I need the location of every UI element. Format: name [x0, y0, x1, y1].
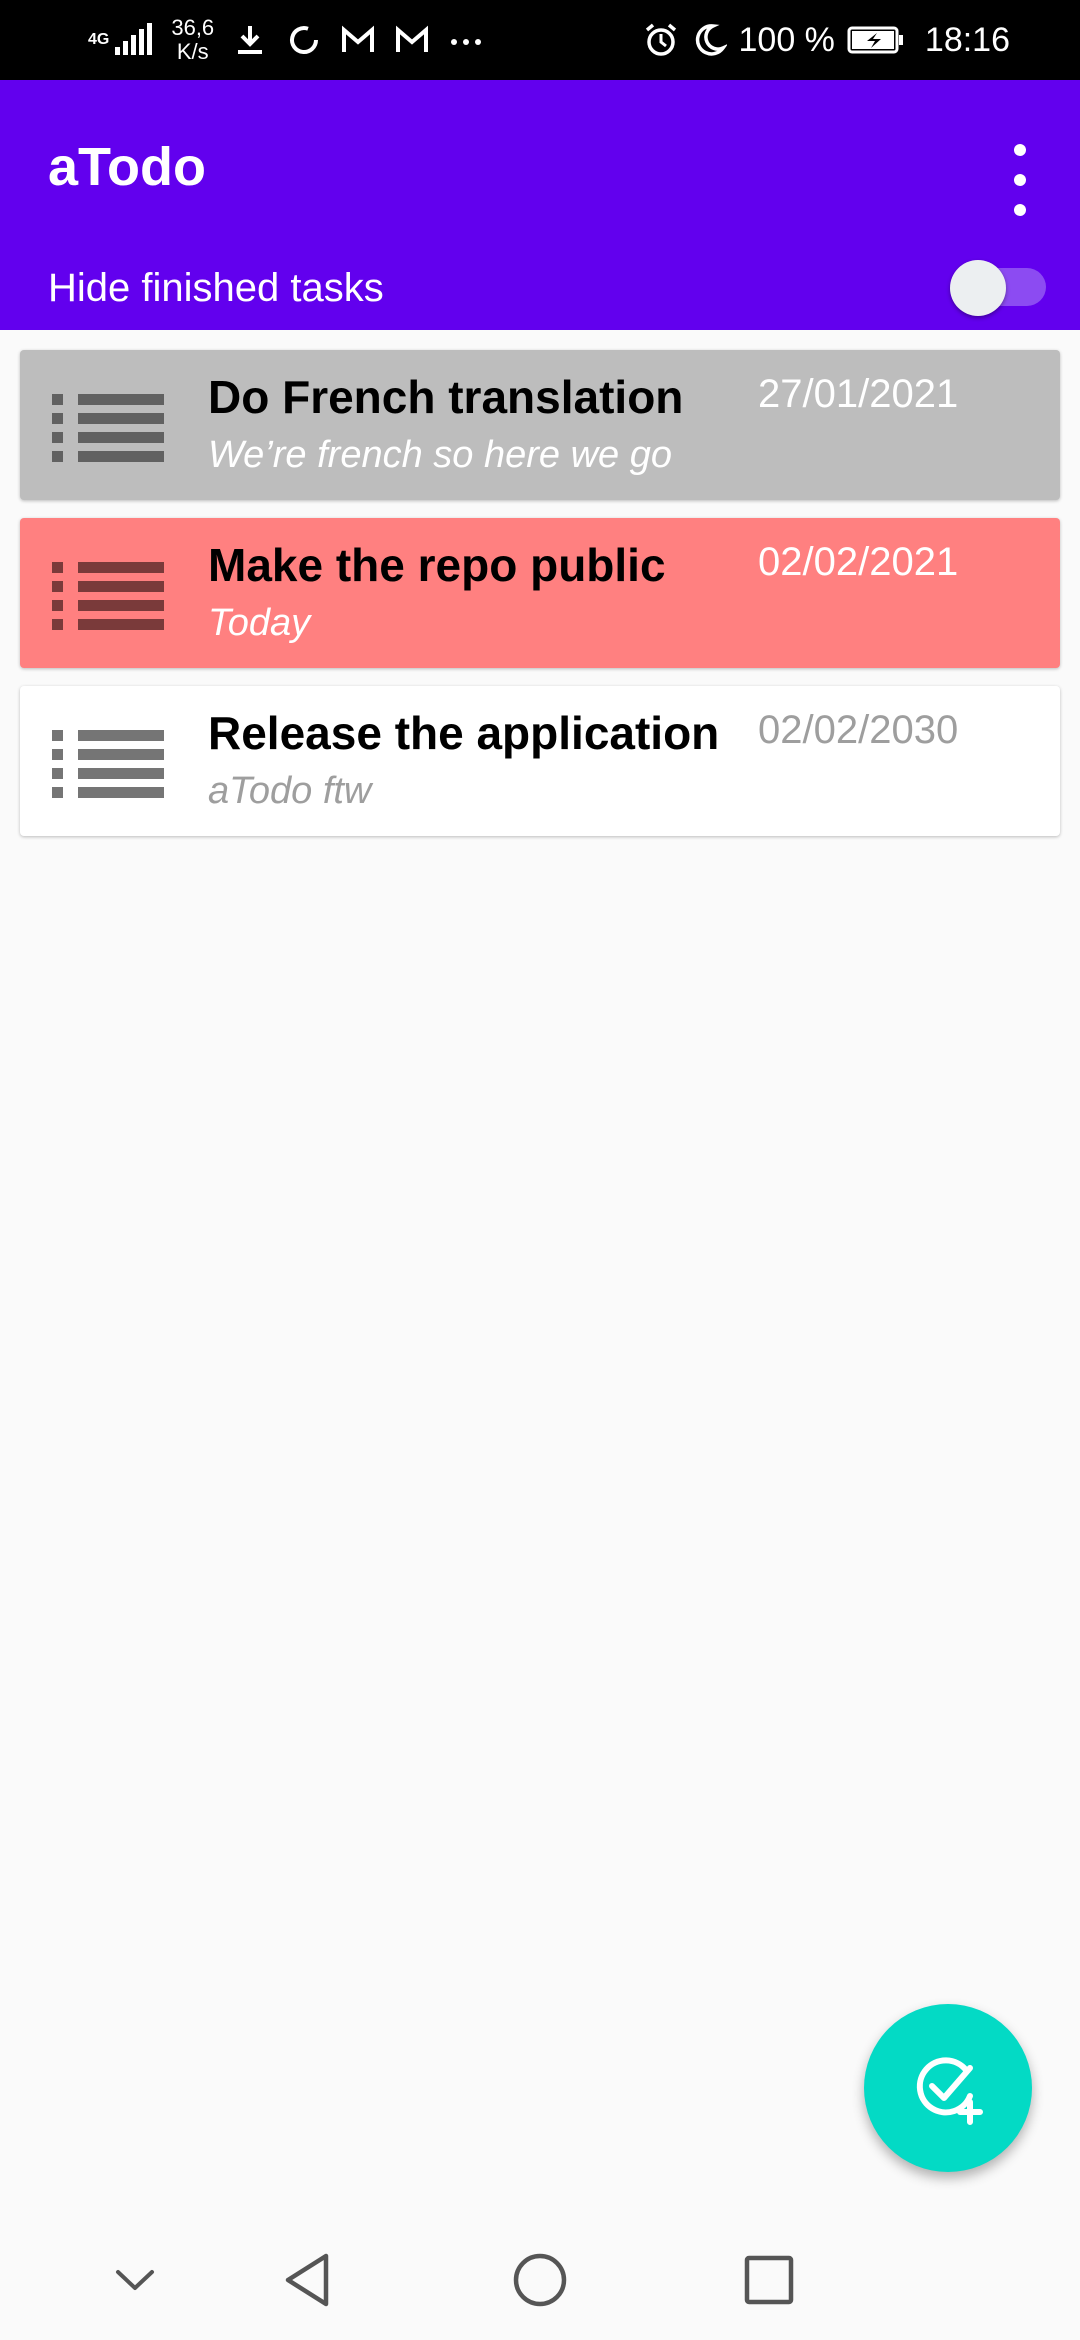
task-date: 02/02/2030	[758, 708, 959, 752]
list-icon	[52, 730, 164, 798]
task-description: Today	[208, 602, 311, 644]
hide-finished-label: Hide finished tasks	[48, 266, 384, 310]
status-left: 4G 36,6 K/s	[88, 0, 484, 80]
task-card-upcoming[interactable]: Release the application aTodo ftw 02/02/…	[20, 686, 1060, 836]
task-title: Do French translation	[208, 371, 684, 423]
list-icon	[52, 394, 164, 462]
alarm-icon	[645, 23, 676, 56]
sync-icon	[290, 26, 319, 54]
more-vert-icon-dot	[1014, 174, 1026, 186]
chevron-down-icon	[116, 2270, 154, 2290]
battery-percent: 100 %	[738, 20, 835, 59]
switch-thumb	[950, 260, 1006, 316]
more-vert-icon-dot	[1014, 144, 1026, 156]
speed-unit: K/s	[176, 39, 209, 64]
add-task-icon	[916, 2057, 983, 2125]
overflow-menu-button[interactable]	[1000, 140, 1040, 220]
app-bar: aTodo Hide finished tasks	[0, 80, 1080, 330]
recents-icon	[744, 2255, 794, 2305]
clock: 18:16	[924, 20, 1010, 59]
task-title: Release the application	[208, 707, 720, 759]
task-description: aTodo ftw	[208, 770, 372, 812]
back-button[interactable]	[268, 2240, 348, 2320]
signal-icon: 4G	[88, 23, 153, 57]
task-date: 02/02/2021	[758, 540, 959, 584]
home-icon	[513, 2253, 567, 2307]
status-bar: 4G 36,6 K/s 100 % 18:16	[0, 0, 1080, 80]
download-icon	[238, 26, 263, 54]
gmail-icon	[396, 25, 429, 52]
task-card-due-today[interactable]: Make the repo public Today 02/02/2021	[20, 518, 1060, 668]
task-card-finished[interactable]: Do French translation We’re french so he…	[20, 350, 1060, 500]
system-nav-bar	[0, 2220, 1080, 2340]
task-date: 27/01/2021	[758, 372, 959, 416]
app-title: aTodo	[48, 137, 206, 197]
hide-nav-button[interactable]	[95, 2240, 175, 2320]
task-title: Make the repo public	[208, 539, 666, 591]
battery-charging-icon	[847, 26, 903, 54]
add-task-button[interactable]	[864, 2004, 1032, 2172]
network-type: 4G	[88, 31, 110, 48]
back-icon	[285, 2253, 329, 2307]
hide-finished-switch[interactable]	[950, 260, 1046, 316]
list-icon	[52, 562, 164, 630]
recents-button[interactable]	[729, 2240, 809, 2320]
gmail-icon	[342, 25, 375, 52]
more-notifications-icon	[451, 39, 482, 45]
task-description: We’re french so here we go	[208, 434, 672, 476]
network-speed: 36,6 K/s	[171, 16, 214, 64]
more-vert-icon-dot	[1014, 204, 1026, 216]
home-button[interactable]	[500, 2240, 580, 2320]
status-right: 100 % 18:16	[643, 0, 1010, 80]
speed-value: 36,6	[171, 15, 215, 40]
do-not-disturb-moon-icon	[695, 24, 727, 56]
task-list: Do French translation We’re french so he…	[20, 350, 1060, 854]
